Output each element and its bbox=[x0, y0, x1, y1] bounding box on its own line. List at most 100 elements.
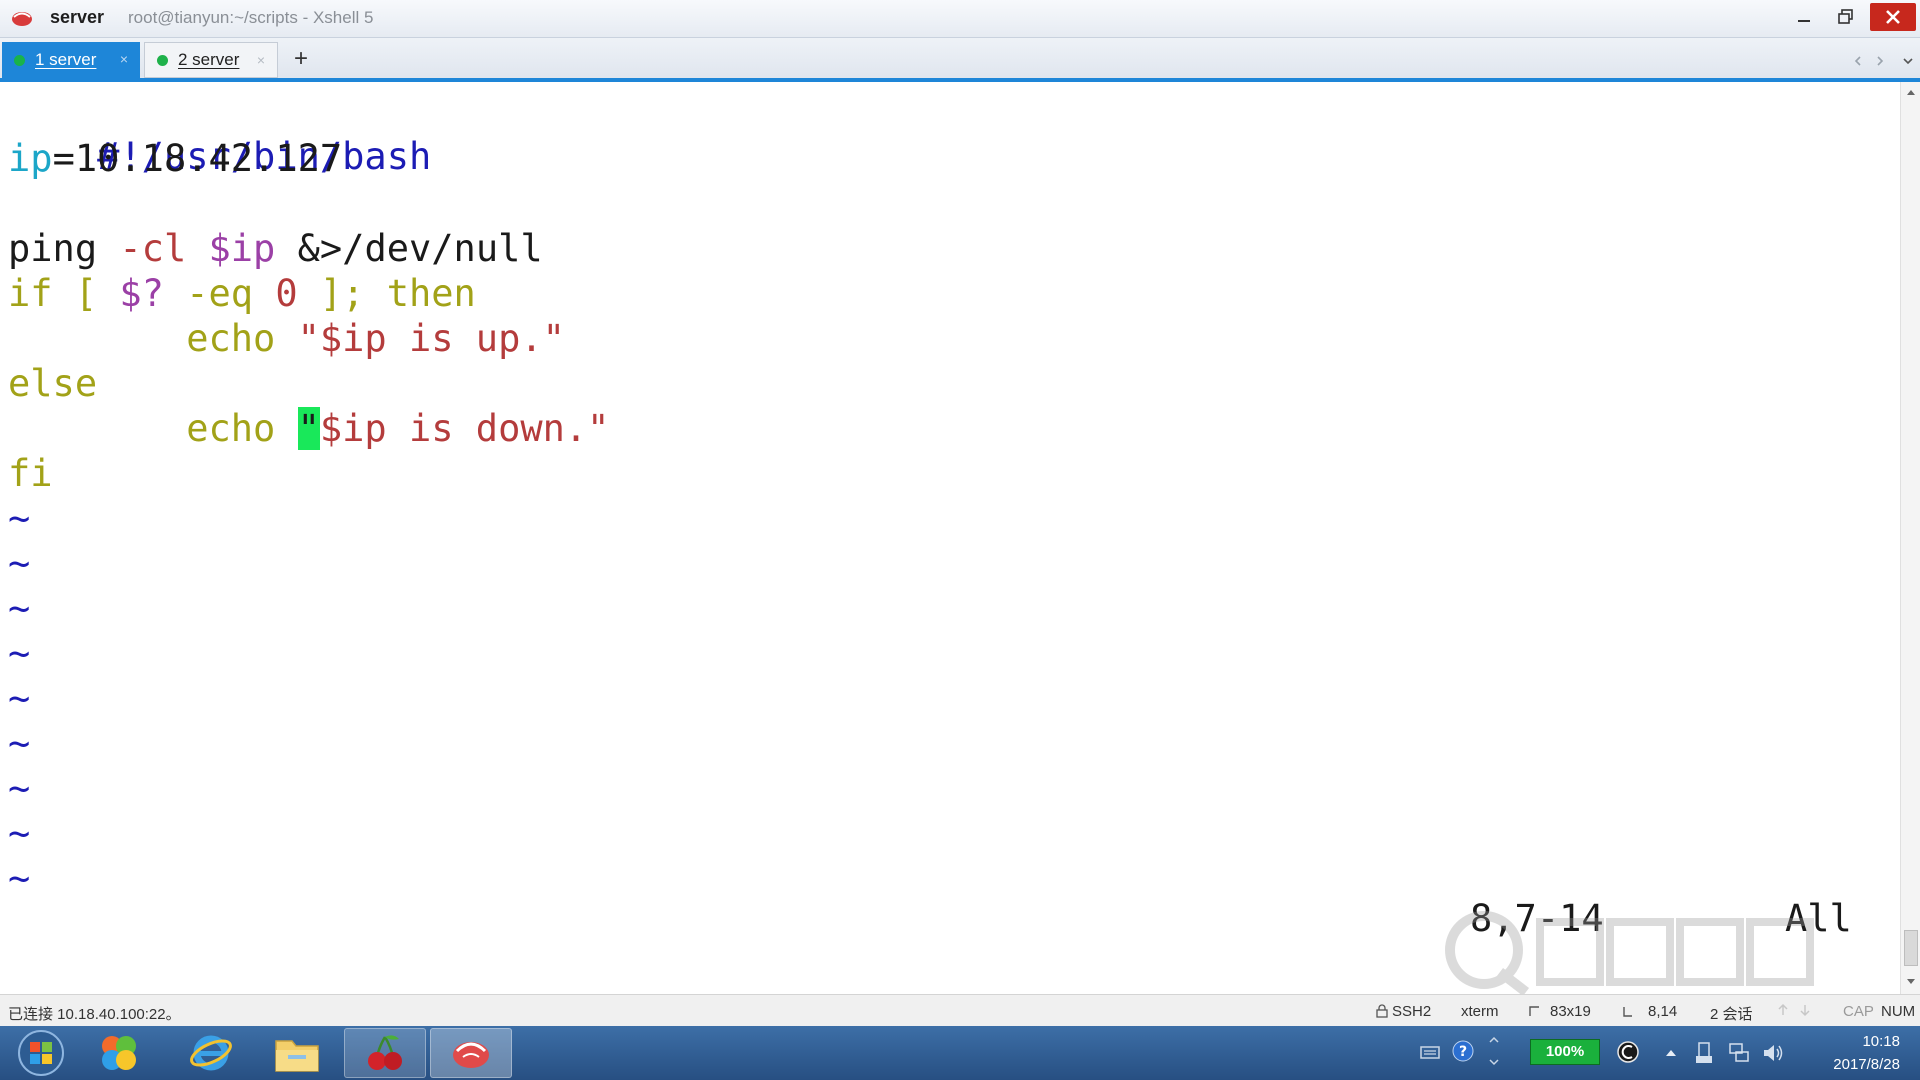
empty-line-tilde: ~ bbox=[8, 632, 31, 675]
taskbar-file-explorer[interactable] bbox=[256, 1028, 338, 1078]
cherry-icon bbox=[368, 1035, 402, 1070]
cursor-position-icon bbox=[1623, 1007, 1632, 1017]
cursor-position: 8,14 bbox=[1648, 1003, 1678, 1020]
internet-explorer-icon bbox=[190, 1035, 232, 1071]
redirect-target: /dev/null bbox=[342, 227, 543, 270]
taskbar-app-color-icon[interactable] bbox=[78, 1028, 160, 1078]
variable-name: ip bbox=[8, 137, 53, 180]
variable-ref: $ip bbox=[186, 227, 298, 270]
title-bar: server root@tianyun:~/scripts - Xshell 5 bbox=[0, 0, 1920, 38]
colorful-app-icon bbox=[102, 1036, 136, 1070]
code-line-5: if [ $? -eq 0 ]; then bbox=[8, 272, 476, 315]
empty-line-tilde: ~ bbox=[8, 857, 31, 900]
terminal-type: xterm bbox=[1461, 1003, 1499, 1020]
empty-line-tilde: ~ bbox=[8, 497, 31, 540]
xshell-icon bbox=[453, 1042, 489, 1068]
taskbar-xshell[interactable] bbox=[430, 1028, 512, 1078]
windows-start-icon bbox=[18, 1030, 64, 1076]
scroll-down-icon[interactable] bbox=[1906, 978, 1916, 986]
scroll-up-icon[interactable] bbox=[1906, 88, 1916, 96]
tab-close-icon[interactable]: × bbox=[120, 51, 128, 67]
empty-line-tilde: ~ bbox=[8, 542, 31, 585]
taskbar-cherry-app[interactable] bbox=[344, 1028, 426, 1078]
command-ping: ping bbox=[8, 227, 120, 270]
clock-time: 10:18 bbox=[1862, 1033, 1900, 1050]
code-line-2: ip=10.18.42.127 bbox=[8, 137, 342, 180]
connected-status-icon bbox=[157, 54, 168, 66]
code-line-7: else bbox=[8, 362, 97, 405]
close-window-button[interactable] bbox=[1870, 3, 1916, 31]
taskbar-clock[interactable]: 10:18 2017/8/28 bbox=[1800, 1030, 1900, 1076]
battery-indicator[interactable]: 100% bbox=[1530, 1039, 1600, 1065]
xshell-app-icon[interactable] bbox=[10, 8, 34, 28]
volume-icon[interactable] bbox=[1762, 1042, 1784, 1064]
exit-status-ref: $? bbox=[119, 272, 164, 315]
watermark-logo-icon bbox=[1445, 911, 1814, 996]
clock-date: 2017/8/28 bbox=[1833, 1056, 1900, 1073]
tab-label: 2 server bbox=[178, 50, 240, 69]
session-tab-bar: 1 server × 2 server × + bbox=[0, 38, 1920, 80]
string-literal: "$ip is up." bbox=[297, 317, 565, 360]
string-literal: $ip is down." bbox=[319, 407, 610, 450]
scrollbar-thumb[interactable] bbox=[1904, 930, 1918, 966]
keyword-if: if [ bbox=[8, 272, 120, 315]
empty-line-tilde: ~ bbox=[8, 812, 31, 855]
num-lock-indicator: NUM bbox=[1881, 1003, 1916, 1020]
help-icon[interactable]: ? bbox=[1452, 1040, 1474, 1062]
ping-option: -cl bbox=[119, 227, 187, 270]
settings-toggle-icon[interactable] bbox=[1486, 1036, 1502, 1066]
network-icon[interactable] bbox=[1728, 1042, 1750, 1064]
connected-status-icon bbox=[14, 54, 25, 66]
keyboard-icon[interactable] bbox=[1420, 1042, 1440, 1062]
upload-download-icons bbox=[1778, 1003, 1810, 1017]
command-echo: echo bbox=[8, 407, 298, 450]
code-line-4: ping -cl $ip &>/dev/null bbox=[8, 227, 543, 270]
redirect-operator: &> bbox=[297, 227, 343, 270]
tab-close-icon[interactable]: × bbox=[257, 52, 265, 68]
keyword-then: ]; then bbox=[297, 272, 476, 315]
empty-line-tilde: ~ bbox=[8, 767, 31, 810]
window-title-session: server bbox=[50, 7, 105, 27]
terminal-size-icon bbox=[1529, 1006, 1539, 1016]
tab-session-2[interactable]: 2 server × bbox=[144, 42, 278, 78]
command-echo: echo bbox=[8, 317, 298, 360]
close-icon bbox=[1886, 10, 1900, 24]
protocol-label: SSH2 bbox=[1392, 1003, 1432, 1020]
restore-icon bbox=[1838, 9, 1853, 24]
tab-session-1[interactable]: 1 server × bbox=[2, 42, 140, 78]
empty-line-tilde: ~ bbox=[8, 722, 31, 765]
empty-line-tilde: ~ bbox=[8, 587, 31, 630]
svg-text:?: ? bbox=[1459, 1044, 1467, 1060]
number-literal: 0 bbox=[275, 272, 298, 315]
folder-icon bbox=[275, 1040, 319, 1072]
taskbar-internet-explorer[interactable] bbox=[170, 1028, 252, 1078]
restore-button[interactable] bbox=[1826, 3, 1866, 31]
show-hidden-icons[interactable] bbox=[1664, 1046, 1678, 1058]
empty-line-tilde: ~ bbox=[8, 677, 31, 720]
terminal-size: 83x19 bbox=[1550, 1003, 1591, 1020]
tab-navigation-icons[interactable] bbox=[1852, 52, 1916, 70]
vertical-scrollbar[interactable] bbox=[1900, 82, 1920, 994]
connection-status: 已连接 10.18.40.100:22。 bbox=[8, 1006, 181, 1023]
status-bar: 已连接 10.18.40.100:22。 SSH2 xterm 83x19 8,… bbox=[0, 994, 1920, 1027]
lock-icon bbox=[1376, 1004, 1388, 1018]
start-button[interactable] bbox=[0, 1028, 82, 1078]
usb-device-icon[interactable] bbox=[1694, 1042, 1714, 1064]
minimize-button[interactable] bbox=[1784, 3, 1824, 31]
session-count: 2 会话 bbox=[1710, 1006, 1753, 1023]
assignment-value: =10.18.42.127 bbox=[52, 137, 343, 180]
text-cursor: " bbox=[297, 407, 320, 450]
terminal-area[interactable]: #!/usr/bin/bash ip=10.18.42.127 ping -cl… bbox=[0, 82, 1900, 996]
window-title-path: root@tianyun:~/scripts - Xshell 5 bbox=[128, 8, 374, 27]
test-operator: -eq bbox=[163, 272, 276, 315]
code-line-6: echo "$ip is up." bbox=[8, 317, 565, 360]
new-tab-button[interactable]: + bbox=[286, 44, 316, 76]
code-line-9: fi bbox=[8, 452, 53, 495]
caps-lock-indicator: CAP bbox=[1843, 1003, 1874, 1020]
keyword-fi: fi bbox=[8, 452, 53, 495]
tab-label: 1 server bbox=[35, 50, 97, 69]
windows-taskbar: ? 100% 10:18 2017/8/28 bbox=[0, 1026, 1920, 1080]
minimize-icon bbox=[1798, 20, 1810, 22]
ime-icon[interactable] bbox=[1616, 1040, 1640, 1064]
code-line-8: echo "$ip is down." bbox=[8, 407, 609, 450]
